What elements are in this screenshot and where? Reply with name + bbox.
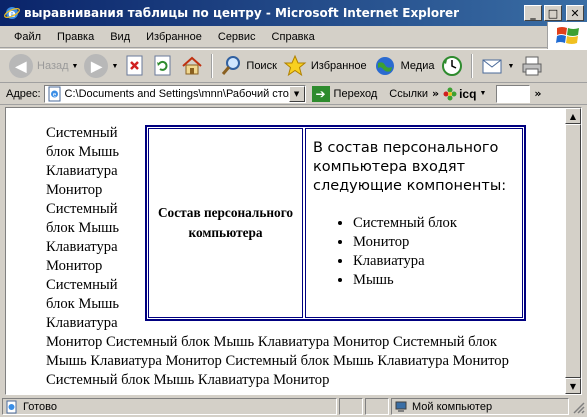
standard-toolbar: ◀ Назад ▼ ▶ ▼ Поиск Избранное Медиа ▼ xyxy=(0,49,587,83)
table-intro-text: В состав персонального компьютера входят… xyxy=(313,140,507,194)
back-label: Назад xyxy=(37,60,69,72)
back-dropdown-icon[interactable]: ▼ xyxy=(72,63,79,70)
favorites-label: Избранное xyxy=(310,60,367,72)
links-chevron-icon[interactable]: » xyxy=(432,87,439,100)
menu-help[interactable]: Справка xyxy=(264,31,323,43)
status-text: Готово xyxy=(23,400,57,413)
menu-file[interactable]: Файл xyxy=(6,31,49,43)
page-icon: e xyxy=(48,86,61,101)
status-main-pane: Готово xyxy=(2,398,337,415)
home-icon xyxy=(182,56,203,75)
menu-bar: Файл Правка Вид Избранное Сервис Справка xyxy=(0,26,587,48)
list-item: Системный блок xyxy=(353,214,516,233)
svg-text:e: e xyxy=(52,91,56,98)
back-button[interactable]: ◀ Назад ▼ xyxy=(6,51,81,81)
resize-grip-icon[interactable] xyxy=(571,400,585,414)
home-button[interactable] xyxy=(177,51,207,81)
security-zone-text: Мой компьютер xyxy=(412,400,493,413)
minimize-button[interactable]: _ xyxy=(524,5,542,21)
search-icon xyxy=(222,56,241,75)
go-label: Переход xyxy=(333,87,378,100)
refresh-icon xyxy=(154,55,171,76)
media-button[interactable]: Медиа xyxy=(370,51,438,81)
components-table: Состав персонального компьютера В состав… xyxy=(145,125,526,321)
page-content: Состав персонального компьютера В состав… xyxy=(46,124,526,390)
printer-icon xyxy=(522,56,542,76)
list-item: Мышь xyxy=(353,271,516,290)
windows-logo-icon xyxy=(547,22,587,50)
table-heading: Состав персонального компьютера xyxy=(157,205,294,240)
toolbar-separator xyxy=(211,54,214,78)
scroll-up-icon[interactable]: ▲ xyxy=(565,108,581,124)
forward-arrow-icon: ▶ xyxy=(84,54,109,78)
minimize-icon: _ xyxy=(530,6,536,20)
address-field[interactable]: e C:\Documents and Settings\mnn\Рабочий … xyxy=(43,84,306,103)
icq-dropdown-icon[interactable]: ▼ xyxy=(479,90,486,97)
toolbar-separator xyxy=(471,54,474,78)
address-label: Адрес: xyxy=(6,87,41,100)
menu-favorites[interactable]: Избранное xyxy=(138,31,210,43)
print-button[interactable] xyxy=(517,51,547,81)
media-label: Медиа xyxy=(400,60,435,72)
mail-button[interactable]: ▼ xyxy=(477,51,517,81)
mail-icon xyxy=(482,59,502,74)
my-computer-icon xyxy=(395,401,407,412)
search-button[interactable]: Поиск xyxy=(217,51,279,81)
scroll-down-icon[interactable]: ▼ xyxy=(565,378,581,394)
address-dropdown-icon[interactable]: ▼ xyxy=(288,85,305,102)
close-button[interactable]: ✕ xyxy=(566,5,584,21)
status-pane xyxy=(365,398,389,415)
address-value[interactable]: C:\Documents and Settings\mnn\Рабочий ст… xyxy=(65,88,289,100)
stop-icon xyxy=(126,55,143,76)
menu-view[interactable]: Вид xyxy=(102,31,138,43)
menu-tools[interactable]: Сервис xyxy=(210,31,264,43)
history-icon xyxy=(442,56,463,76)
stop-button[interactable] xyxy=(121,51,149,81)
close-icon: ✕ xyxy=(570,6,580,20)
maximize-icon: □ xyxy=(547,6,559,20)
page-icon xyxy=(6,400,17,413)
address-bar: Адрес: e C:\Documents and Settings\mnn\Р… xyxy=(0,83,587,105)
vertical-scrollbar[interactable]: ▲ ▼ xyxy=(565,108,581,394)
mail-dropdown-icon[interactable]: ▼ xyxy=(507,63,514,70)
star-icon xyxy=(283,54,307,77)
links-label[interactable]: Ссылки xyxy=(389,88,428,100)
go-arrow-icon: ➔ xyxy=(311,85,330,102)
status-pane xyxy=(339,398,363,415)
back-arrow-icon: ◀ xyxy=(9,54,33,78)
refresh-button[interactable] xyxy=(149,51,177,81)
icq-flower-icon xyxy=(443,87,457,100)
page-viewport: Состав персонального компьютера В состав… xyxy=(5,107,582,395)
toolbar-chevron-icon[interactable]: » xyxy=(534,87,541,100)
media-globe-icon xyxy=(375,57,394,75)
icq-label: icq xyxy=(459,86,477,101)
go-button[interactable]: ➔ Переход xyxy=(311,85,378,102)
scroll-thumb[interactable] xyxy=(565,124,581,378)
window-title: выравнивания таблицы по центру - Microso… xyxy=(24,6,460,20)
table-list-cell: В состав персонального компьютера входят… xyxy=(305,128,523,318)
security-zone-pane: Мой компьютер xyxy=(391,398,569,415)
forward-dropdown-icon[interactable]: ▼ xyxy=(111,63,118,70)
status-bar: Готово Мой компьютер xyxy=(0,396,587,417)
list-item: Клавиатура xyxy=(353,252,516,271)
forward-button[interactable]: ▶ ▼ xyxy=(81,51,121,81)
history-button[interactable] xyxy=(437,51,467,81)
search-label: Поиск xyxy=(246,60,277,72)
menu-edit[interactable]: Правка xyxy=(49,31,102,43)
table-heading-cell: Состав персонального компьютера xyxy=(148,128,303,318)
icq-button[interactable]: icq ▼ xyxy=(443,87,486,101)
internet-explorer-icon: e xyxy=(4,7,20,20)
favorites-button[interactable]: Избранное xyxy=(280,51,370,81)
toolbar-search-input[interactable] xyxy=(496,84,531,103)
list-item: Монитор xyxy=(353,233,516,252)
title-bar: e выравнивания таблицы по центру - Micro… xyxy=(0,0,587,26)
components-list: Системный блок Монитор Клавиатура Мышь xyxy=(313,214,516,290)
maximize-button[interactable]: □ xyxy=(544,5,562,21)
